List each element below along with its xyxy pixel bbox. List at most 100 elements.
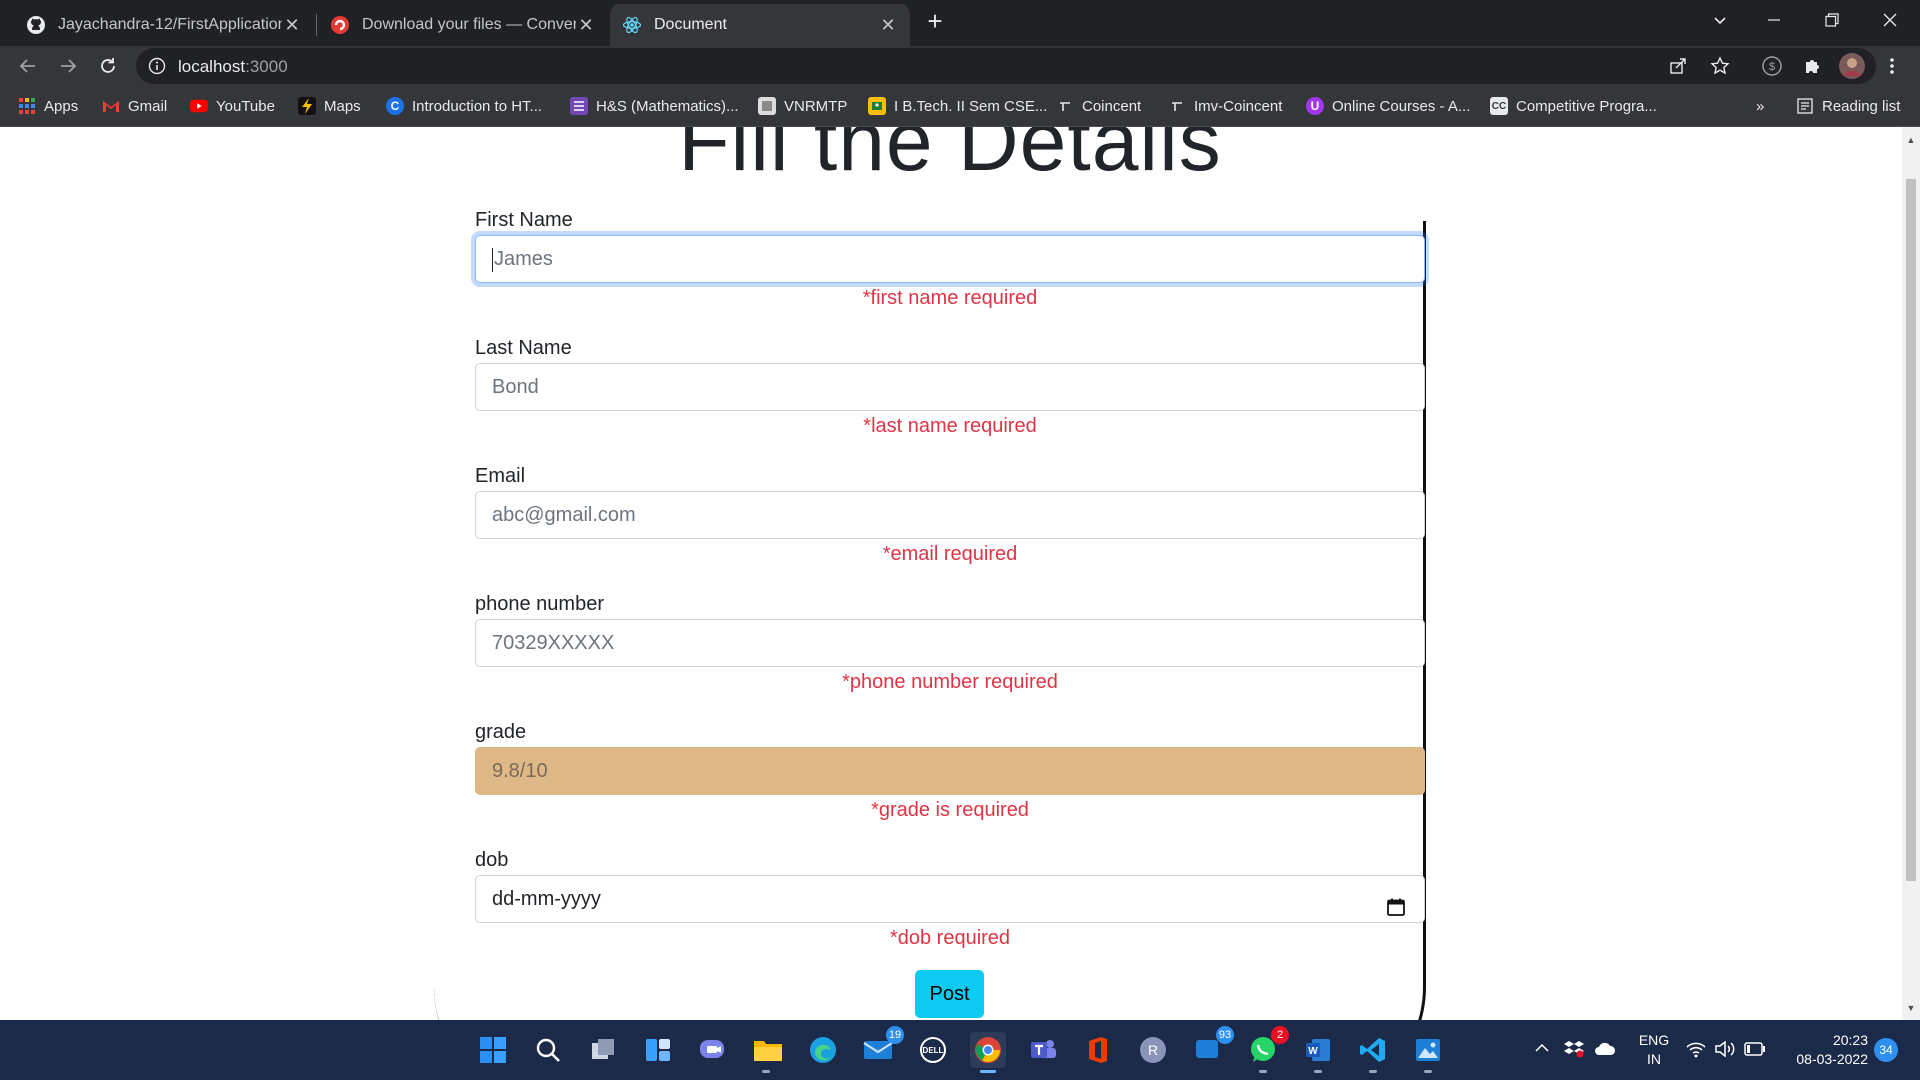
- bookmark-intro-html[interactable]: C Introduction to HT...: [386, 95, 542, 117]
- scrollbar-thumb[interactable]: [1906, 179, 1916, 881]
- bookmark-youtube[interactable]: YouTube: [190, 95, 275, 117]
- language-indicator[interactable]: ENG IN: [1634, 1031, 1674, 1069]
- last-name-input[interactable]: Bond: [475, 363, 1425, 411]
- mail-icon[interactable]: 19: [860, 1026, 904, 1068]
- minimize-button[interactable]: [1746, 0, 1802, 40]
- puzzle-icon[interactable]: [1796, 50, 1828, 82]
- bookmark-competitive[interactable]: CC Competitive Progra...: [1490, 95, 1657, 117]
- address-bar[interactable]: localhost:3000: [136, 48, 1876, 84]
- running-indicator: [1424, 1070, 1432, 1073]
- bookmark-label: Maps: [324, 97, 361, 115]
- office-icon[interactable]: [1080, 1032, 1116, 1068]
- dob-input[interactable]: dd-mm-yyyy: [475, 875, 1425, 923]
- chrome-icon[interactable]: [970, 1032, 1006, 1068]
- tab-convertio[interactable]: Download your files — Convertio ✕: [318, 4, 608, 46]
- bookmark-apps[interactable]: Apps: [18, 95, 78, 117]
- file-explorer-icon[interactable]: [750, 1032, 786, 1068]
- forward-button[interactable]: [52, 50, 84, 82]
- windows-start-icon[interactable]: [475, 1032, 511, 1068]
- bookmark-coincent[interactable]: Coincent: [1056, 95, 1141, 117]
- onedrive-icon[interactable]: [1594, 1042, 1616, 1059]
- bookmark-label: VNRMTP: [784, 97, 848, 115]
- email-input[interactable]: abc@gmail.com: [475, 491, 1425, 539]
- coincent-icon: [1168, 97, 1186, 115]
- grade-input[interactable]: 9.8/10: [475, 747, 1425, 795]
- clock[interactable]: 20:23 08-03-2022: [1776, 1031, 1868, 1069]
- bookmark-vnrmtp[interactable]: VNRMTP: [758, 95, 847, 117]
- close-icon[interactable]: ✕: [576, 15, 596, 35]
- chat-app-icon[interactable]: 93: [1190, 1026, 1234, 1068]
- reload-button[interactable]: [92, 50, 124, 82]
- clock-date: 08-03-2022: [1796, 1051, 1868, 1067]
- avatar[interactable]: [1836, 50, 1868, 82]
- word-icon[interactable]: W: [1300, 1032, 1336, 1068]
- dob-label: dob: [475, 849, 509, 871]
- convertio-icon: [330, 15, 350, 35]
- battery-icon[interactable]: [1744, 1042, 1766, 1059]
- teams-icon[interactable]: [1025, 1032, 1061, 1068]
- running-indicator: [1369, 1070, 1377, 1073]
- scroll-up-icon[interactable]: ▲: [1906, 135, 1916, 145]
- running-indicator: [1259, 1070, 1267, 1073]
- photos-icon[interactable]: [1410, 1032, 1446, 1068]
- bookmark-label: I B.Tech. II Sem CSE...: [894, 97, 1048, 115]
- bookmarks-overflow[interactable]: »: [1756, 95, 1764, 117]
- page-scrollbar[interactable]: ▲ ▼: [1902, 127, 1920, 1020]
- react-icon: [622, 15, 642, 35]
- tab-search-icon[interactable]: [1692, 0, 1748, 40]
- tray-chevron-icon[interactable]: [1534, 1040, 1550, 1059]
- running-indicator: [762, 1070, 770, 1073]
- email-label: Email: [475, 465, 526, 487]
- widgets-icon[interactable]: [640, 1032, 676, 1068]
- bookmark-maps[interactable]: Maps: [298, 95, 361, 117]
- bookmark-btech[interactable]: I B.Tech. II Sem CSE...: [868, 95, 1047, 117]
- phone-placeholder: 70329XXXXX: [492, 632, 615, 654]
- dell-icon[interactable]: DELL: [915, 1032, 951, 1068]
- volume-icon[interactable]: [1714, 1040, 1736, 1061]
- edge-icon[interactable]: [805, 1032, 841, 1068]
- youtube-icon: [190, 97, 208, 115]
- svg-text:DELL: DELL: [923, 1046, 944, 1055]
- first-name-input[interactable]: James: [475, 235, 1425, 283]
- extension-icon[interactable]: $: [1756, 50, 1788, 82]
- teams-chat-icon[interactable]: [695, 1032, 731, 1068]
- info-icon[interactable]: [148, 57, 166, 80]
- clock-time: 20:23: [1832, 1032, 1868, 1048]
- share-icon[interactable]: [1668, 56, 1688, 81]
- menu-icon[interactable]: [1876, 50, 1908, 82]
- back-button[interactable]: [12, 50, 44, 82]
- whatsapp-icon[interactable]: 2: [1245, 1026, 1289, 1068]
- bookmark-label: Introduction to HT...: [412, 97, 543, 115]
- running-indicator: [1314, 1070, 1322, 1073]
- r-app-icon[interactable]: R: [1135, 1032, 1171, 1068]
- url-text: localhost:3000: [178, 57, 288, 77]
- close-window-button[interactable]: [1862, 0, 1918, 40]
- new-tab-button[interactable]: +: [920, 6, 950, 36]
- bookmark-star-icon[interactable]: [1710, 56, 1730, 81]
- tab-divider: [316, 14, 317, 36]
- wifi-icon[interactable]: [1686, 1040, 1706, 1061]
- bookmark-imv-coincent[interactable]: Imv-Coincent: [1168, 95, 1282, 117]
- scroll-down-icon[interactable]: ▼: [1906, 1003, 1916, 1013]
- restore-button[interactable]: [1804, 0, 1860, 40]
- close-icon[interactable]: ✕: [878, 15, 898, 35]
- phone-input[interactable]: 70329XXXXX: [475, 619, 1425, 667]
- reading-list-icon: [1796, 97, 1814, 115]
- bookmark-gmail[interactable]: Gmail: [102, 95, 167, 117]
- calendar-icon[interactable]: [1386, 888, 1406, 916]
- bookmark-hs-math[interactable]: H&S (Mathematics)...: [570, 95, 739, 117]
- notification-badge[interactable]: 34: [1874, 1038, 1898, 1062]
- bookmark-label: YouTube: [216, 97, 275, 115]
- post-button[interactable]: Post: [915, 970, 984, 1018]
- reading-list-button[interactable]: Reading list: [1796, 95, 1900, 117]
- close-icon[interactable]: ✕: [282, 15, 302, 35]
- task-view-icon[interactable]: [585, 1032, 621, 1068]
- vnr-icon: [758, 97, 776, 115]
- tab-github[interactable]: Jayachandra-12/FirstApplication ✕: [14, 4, 314, 46]
- vscode-icon[interactable]: [1355, 1032, 1391, 1068]
- dropbox-icon[interactable]: [1564, 1040, 1584, 1061]
- bookmark-online-courses[interactable]: U Online Courses - A...: [1306, 95, 1470, 117]
- bookmark-label: H&S (Mathematics)...: [596, 97, 739, 115]
- tab-document[interactable]: Document ✕: [610, 4, 910, 46]
- search-icon[interactable]: [530, 1032, 566, 1068]
